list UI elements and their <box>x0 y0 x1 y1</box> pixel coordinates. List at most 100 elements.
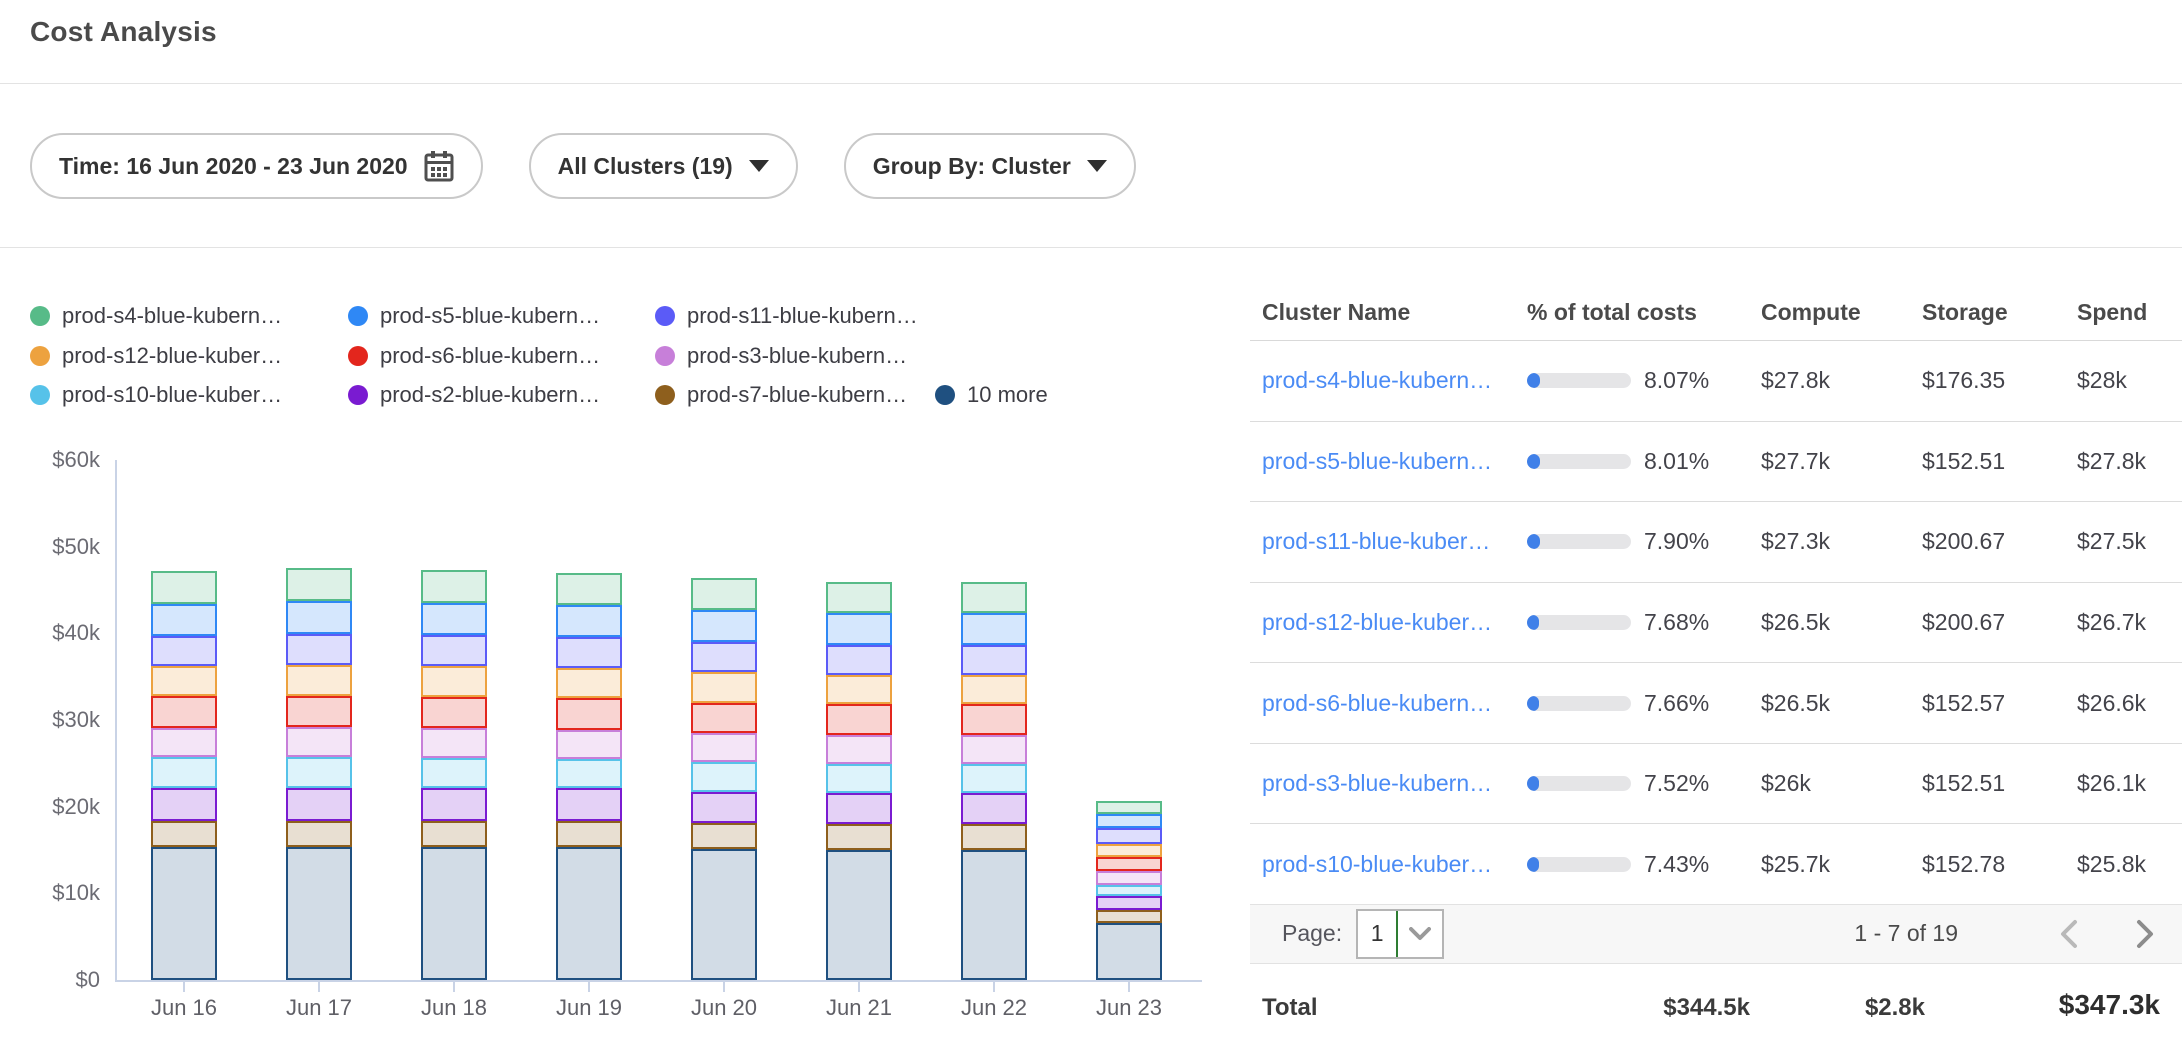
bar-segment[interactable] <box>421 635 487 666</box>
bar-segment[interactable] <box>421 847 487 980</box>
legend-item[interactable]: prod-s6-blue-kubern… <box>348 343 600 369</box>
cluster-name-link[interactable]: prod-s12-blue-kuber… <box>1262 609 1492 635</box>
cluster-name-link[interactable]: prod-s11-blue-kuber… <box>1262 528 1490 554</box>
legend-item[interactable]: prod-s2-blue-kubern… <box>348 382 600 408</box>
bar-segment[interactable] <box>961 613 1027 644</box>
bar-segment[interactable] <box>556 730 622 759</box>
bar-segment[interactable] <box>421 728 487 758</box>
bar-segment[interactable] <box>961 764 1027 793</box>
bar-segment[interactable] <box>961 793 1027 824</box>
bar-segment[interactable] <box>961 735 1027 764</box>
bar-segment[interactable] <box>556 847 622 980</box>
bar-segment[interactable] <box>826 793 892 824</box>
bar-segment[interactable] <box>1096 814 1162 829</box>
bar-segment[interactable] <box>556 821 622 848</box>
cluster-name-link[interactable]: prod-s3-blue-kubern… <box>1262 770 1492 796</box>
bar-segment[interactable] <box>286 788 352 821</box>
bar-segment[interactable] <box>421 788 487 820</box>
bar-segment[interactable] <box>691 610 757 642</box>
bar-segment[interactable] <box>286 727 352 757</box>
bar-segment[interactable] <box>691 792 757 823</box>
bar-segment[interactable] <box>286 821 352 848</box>
bar-segment[interactable] <box>286 601 352 634</box>
bar-segment[interactable] <box>421 758 487 788</box>
bar-segment[interactable] <box>151 666 217 695</box>
bar-segment[interactable] <box>961 850 1027 980</box>
bar-segment[interactable] <box>556 668 622 698</box>
bar-segment[interactable] <box>556 573 622 605</box>
bar-segment[interactable] <box>1096 923 1162 980</box>
bar-segment[interactable] <box>151 571 217 604</box>
bar-segment[interactable] <box>1096 844 1162 857</box>
legend-item[interactable]: prod-s11-blue-kubern… <box>655 303 918 329</box>
bar-segment[interactable] <box>421 697 487 728</box>
bar-segment[interactable] <box>556 637 622 668</box>
bar-segment[interactable] <box>826 850 892 980</box>
bar-segment[interactable] <box>151 728 217 757</box>
legend-item[interactable]: prod-s4-blue-kubern… <box>30 303 282 329</box>
bar-segment[interactable] <box>961 582 1027 613</box>
bar-segment[interactable] <box>556 605 622 637</box>
next-page-button[interactable] <box>2134 918 2156 950</box>
groupby-filter-button[interactable]: Group By: Cluster <box>844 133 1136 199</box>
bar-segment[interactable] <box>691 849 757 980</box>
bar-segment[interactable] <box>826 582 892 613</box>
time-filter-button[interactable]: Time: 16 Jun 2020 - 23 Jun 2020 <box>30 133 483 199</box>
bar-segment[interactable] <box>286 696 352 727</box>
bar-segment[interactable] <box>151 821 217 847</box>
bar-segment[interactable] <box>961 824 1027 850</box>
bar-segment[interactable] <box>151 636 217 666</box>
bar-segment[interactable] <box>691 642 757 672</box>
bar-segment[interactable] <box>1096 896 1162 910</box>
clusters-filter-button[interactable]: All Clusters (19) <box>529 133 798 199</box>
legend-item[interactable]: prod-s5-blue-kubern… <box>348 303 600 329</box>
legend-item[interactable]: prod-s3-blue-kubern… <box>655 343 907 369</box>
bar-segment[interactable] <box>691 733 757 762</box>
bar-segment[interactable] <box>691 703 757 733</box>
bar-segment[interactable] <box>961 645 1027 675</box>
cluster-name-link[interactable]: prod-s4-blue-kubern… <box>1262 367 1492 393</box>
bar-segment[interactable] <box>691 762 757 791</box>
legend-item[interactable]: prod-s12-blue-kuber… <box>30 343 282 369</box>
bar-segment[interactable] <box>826 645 892 675</box>
cluster-name-link[interactable]: prod-s6-blue-kubern… <box>1262 690 1492 716</box>
bar-segment[interactable] <box>421 603 487 635</box>
bar-segment[interactable] <box>1096 885 1162 896</box>
bar-segment[interactable] <box>286 665 352 695</box>
bar-segment[interactable] <box>1096 828 1162 844</box>
bar-segment[interactable] <box>286 634 352 665</box>
bar-segment[interactable] <box>691 823 757 849</box>
bar-segment[interactable] <box>691 578 757 610</box>
bar-segment[interactable] <box>556 788 622 820</box>
bar-segment[interactable] <box>286 847 352 980</box>
bar-segment[interactable] <box>826 735 892 764</box>
bar-segment[interactable] <box>556 759 622 788</box>
bar-segment[interactable] <box>961 675 1027 704</box>
bar-segment[interactable] <box>421 570 487 603</box>
bar-segment[interactable] <box>691 672 757 702</box>
bar-segment[interactable] <box>826 764 892 793</box>
bar-segment[interactable] <box>826 675 892 704</box>
bar-segment[interactable] <box>151 696 217 728</box>
cluster-name-link[interactable]: prod-s5-blue-kubern… <box>1262 448 1492 474</box>
prev-page-button[interactable] <box>2058 918 2080 950</box>
legend-item[interactable]: 10 more <box>935 382 1048 408</box>
bar-segment[interactable] <box>421 821 487 848</box>
page-select[interactable]: 1 <box>1356 909 1444 959</box>
bar-segment[interactable] <box>1096 871 1162 885</box>
bar-segment[interactable] <box>826 824 892 850</box>
bar-segment[interactable] <box>826 704 892 734</box>
legend-item[interactable]: prod-s7-blue-kubern… <box>655 382 907 408</box>
bar-segment[interactable] <box>421 666 487 696</box>
bar-segment[interactable] <box>826 613 892 644</box>
bar-segment[interactable] <box>286 757 352 787</box>
bar-segment[interactable] <box>1096 857 1162 871</box>
bar-segment[interactable] <box>1096 910 1162 923</box>
bar-segment[interactable] <box>151 847 217 980</box>
bar-segment[interactable] <box>151 604 217 636</box>
bar-segment[interactable] <box>556 698 622 729</box>
bar-segment[interactable] <box>286 568 352 601</box>
legend-item[interactable]: prod-s10-blue-kuber… <box>30 382 282 408</box>
bar-segment[interactable] <box>151 788 217 821</box>
cluster-name-link[interactable]: prod-s10-blue-kuber… <box>1262 851 1492 877</box>
